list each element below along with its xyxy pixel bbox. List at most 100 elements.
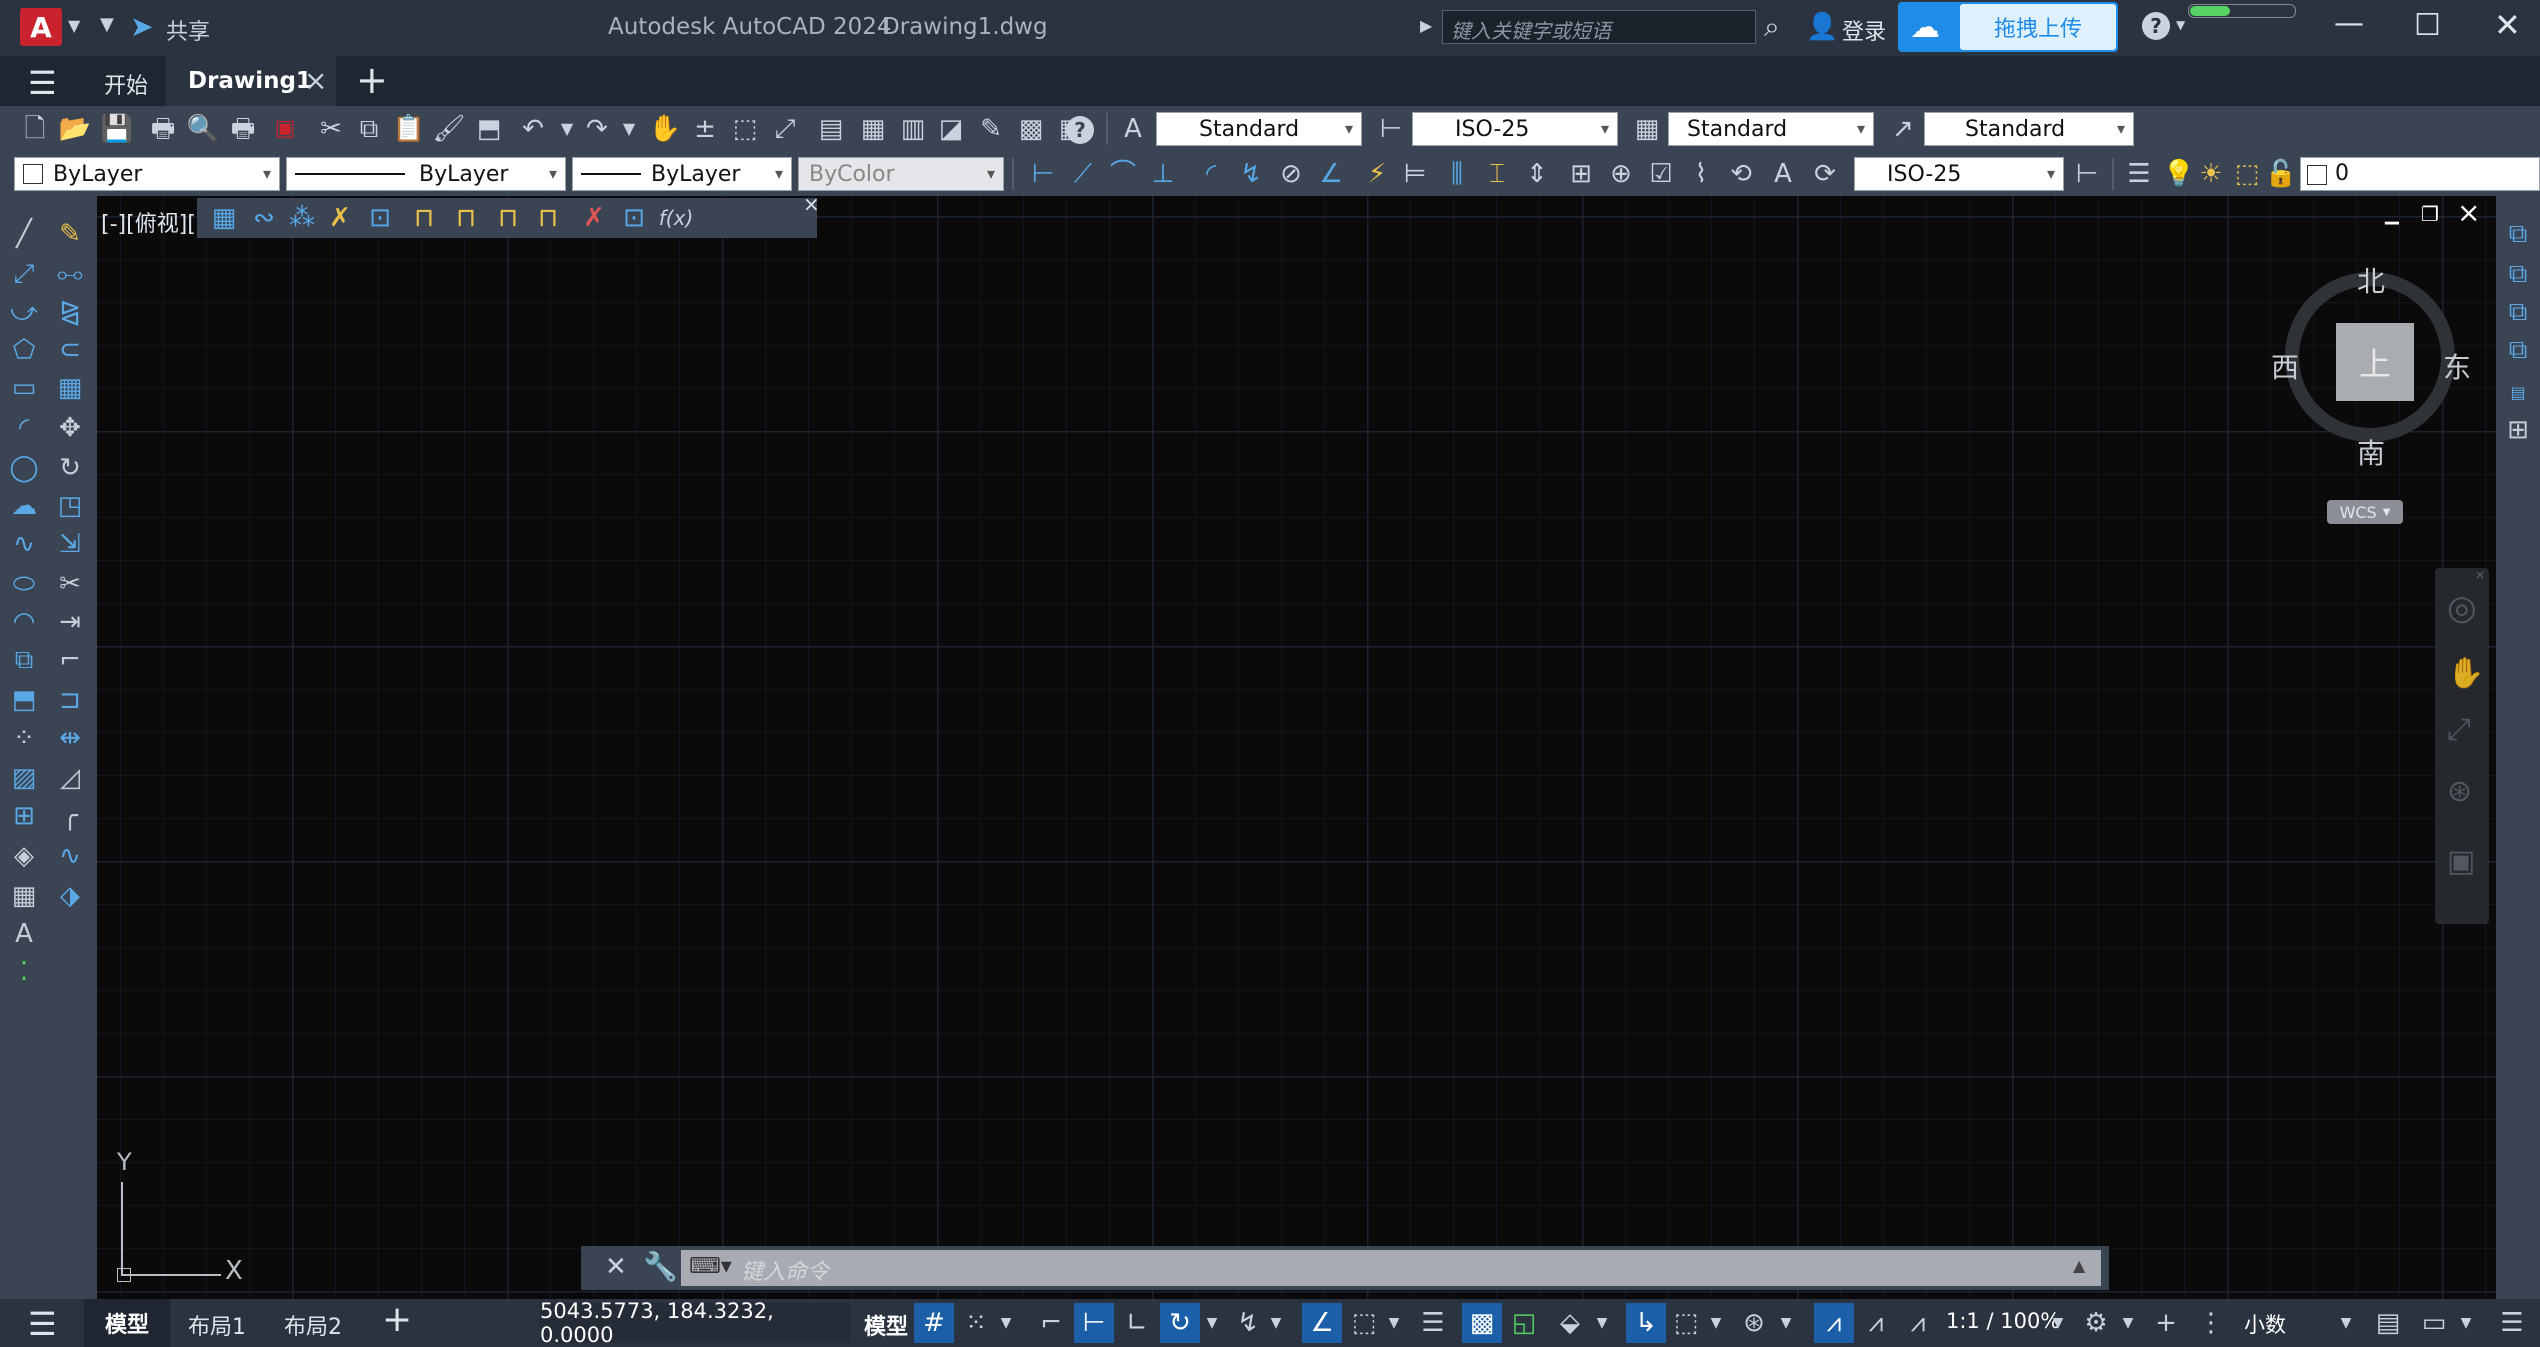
linetype-select[interactable]: ByLayer ▾ bbox=[286, 157, 566, 191]
orbit-icon[interactable]: ⊛ bbox=[2447, 774, 2472, 809]
share-label[interactable]: 共享 bbox=[166, 14, 210, 46]
spline-icon[interactable]: ∿ bbox=[6, 526, 42, 562]
continue-dim-icon[interactable]: ⫼ bbox=[1440, 157, 1474, 191]
center-mark-icon[interactable]: ⊕ bbox=[1604, 157, 1638, 191]
ordinate-icon[interactable]: ⊥ bbox=[1146, 157, 1180, 191]
mleader-style-icon[interactable]: ↗ bbox=[1886, 112, 1920, 146]
compass-east[interactable]: 东 bbox=[2443, 346, 2471, 386]
tab-start[interactable]: 开始 bbox=[104, 68, 148, 100]
auto-constrain-icon[interactable]: ▦ bbox=[207, 201, 241, 235]
stretch-icon[interactable]: ⇲ bbox=[52, 526, 88, 562]
draworder-back-icon[interactable]: ⧉ bbox=[2500, 256, 2536, 292]
dim-edit-icon[interactable]: ⟲ bbox=[1724, 157, 1758, 191]
explode-icon[interactable]: ⬗ bbox=[52, 878, 88, 914]
linear-dim-icon[interactable]: ⊢ bbox=[1026, 157, 1060, 191]
revision-cloud-icon[interactable]: ☁ bbox=[6, 488, 42, 524]
upload-button[interactable]: 拖拽上传 bbox=[1960, 4, 2116, 50]
customization-icon[interactable]: ☰ bbox=[2494, 1303, 2530, 1343]
linear-constraint-icon[interactable]: ⊡ bbox=[363, 201, 397, 235]
dim-style-select[interactable]: ISO-25 ▾ bbox=[1412, 112, 1618, 146]
text-front-icon[interactable]: ▤ bbox=[2500, 374, 2536, 410]
move-icon[interactable]: ✥ bbox=[52, 410, 88, 446]
point-icon[interactable]: ⁘ bbox=[6, 720, 42, 756]
delete-constraints-icon[interactable]: ✗ bbox=[577, 201, 611, 235]
selection-filter-icon[interactable]: ⬚ bbox=[1668, 1303, 1704, 1343]
dim-style-manager-icon[interactable]: ⊢ bbox=[2070, 157, 2104, 191]
break-icon[interactable]: ⊐ bbox=[52, 682, 88, 718]
snap-mode-icon[interactable]: ⁙ bbox=[958, 1303, 994, 1343]
polyline-icon[interactable]: ⤻ bbox=[6, 294, 42, 330]
hatch-back-icon[interactable]: ⊞ bbox=[2500, 412, 2536, 448]
coordinates-display[interactable]: 5043.5773, 184.3232, 0.0000 bbox=[540, 1299, 850, 1347]
selection-cycling-icon[interactable]: ◱ bbox=[1506, 1303, 1542, 1343]
ellipse-icon[interactable]: ⬭ bbox=[6, 566, 42, 602]
units-icon[interactable]: ⋮ bbox=[2196, 1303, 2226, 1343]
extend-icon[interactable]: ⇥ bbox=[52, 604, 88, 640]
scale-icon[interactable]: ◳ bbox=[52, 488, 88, 524]
show-constraints-icon[interactable]: ⁂ bbox=[285, 201, 319, 235]
match-properties-icon[interactable]: 🖌 bbox=[432, 112, 466, 146]
clean-screen-icon[interactable]: ▭ bbox=[2416, 1303, 2452, 1343]
draworder-under-icon[interactable]: ⧉ bbox=[2500, 332, 2536, 368]
snap-dropdown-icon[interactable]: ▼ bbox=[996, 1303, 1016, 1343]
help-button[interactable]: ? bbox=[2142, 12, 2170, 40]
3d-osnap-dropdown-icon[interactable]: ▼ bbox=[1592, 1303, 1612, 1343]
new-file-icon[interactable]: 🗋 bbox=[18, 112, 52, 146]
plot-preview-icon[interactable]: 🔍 bbox=[186, 112, 220, 146]
cloud-upload-widget[interactable]: ☁ 拖拽上传 bbox=[1898, 2, 2118, 52]
angular-constraint-icon[interactable]: ⊓ bbox=[531, 201, 565, 235]
mleader-style-select[interactable]: Standard ▾ bbox=[1924, 112, 2134, 146]
polar-dropdown-icon[interactable]: ▼ bbox=[1202, 1303, 1222, 1343]
multiline-text-icon[interactable]: A bbox=[6, 916, 42, 952]
undo-icon[interactable]: ↶ bbox=[516, 112, 550, 146]
search-expand-icon[interactable]: ▶ bbox=[1420, 16, 1432, 35]
tab-drawing1[interactable]: Drawing1 × bbox=[166, 56, 336, 106]
tolerance-icon[interactable]: ⊞ bbox=[1564, 157, 1598, 191]
insert-block-icon[interactable]: ⧉ bbox=[6, 642, 42, 678]
hatch-icon[interactable]: ▨ bbox=[6, 760, 42, 796]
properties-icon[interactable]: ▤ bbox=[814, 112, 848, 146]
rotate-icon[interactable]: ↻ bbox=[52, 450, 88, 486]
dim-style-select-2[interactable]: ISO-25 ▾ bbox=[1854, 157, 2064, 191]
tab-layout2[interactable]: 布局2 bbox=[284, 1309, 342, 1341]
tab-model[interactable]: 模型 bbox=[84, 1299, 170, 1347]
circle-icon[interactable]: ◯ bbox=[6, 450, 42, 486]
viewport-close-icon[interactable]: × bbox=[2457, 196, 2480, 229]
baseline-dim-icon[interactable]: ⊨ bbox=[1398, 157, 1432, 191]
block-editor-icon[interactable]: ⬒ bbox=[472, 112, 506, 146]
layer-viewport-freeze-icon[interactable]: ⬚ bbox=[2230, 157, 2264, 191]
aligned-constraint-icon[interactable]: ⊓ bbox=[491, 201, 525, 235]
compass-west[interactable]: 西 bbox=[2271, 346, 2299, 386]
blend-curves-icon[interactable]: ∿ bbox=[52, 838, 88, 874]
ortho-mode-icon[interactable]: ∟ bbox=[1118, 1303, 1156, 1343]
command-input[interactable]: ⌨▾ 键入命令 ▲ bbox=[681, 1250, 2101, 1286]
draworder-front-icon[interactable]: ⧉ bbox=[2500, 216, 2536, 252]
3d-osnap-icon[interactable]: ⬙ bbox=[1552, 1303, 1588, 1343]
horizontal-constraint-icon[interactable]: ⊓ bbox=[407, 201, 441, 235]
object-snap-icon[interactable]: ⬚ bbox=[1346, 1303, 1382, 1343]
radius-dim-icon[interactable]: ◜ bbox=[1194, 157, 1228, 191]
minimize-icon[interactable]: — bbox=[2334, 6, 2364, 41]
chamfer-icon[interactable]: ◿ bbox=[52, 760, 88, 796]
wcs-dropdown[interactable]: WCS ▼ bbox=[2327, 500, 2403, 524]
gizmo-dropdown-icon[interactable]: ▼ bbox=[1776, 1303, 1796, 1343]
workspace-gear-icon[interactable]: ⚙ bbox=[2078, 1303, 2114, 1343]
arc-length-icon[interactable]: ⌒ bbox=[1106, 157, 1140, 191]
dynamic-ucs-icon[interactable]: ↳ bbox=[1626, 1303, 1666, 1343]
quick-access-customize-icon[interactable]: ▼ bbox=[100, 14, 114, 35]
help-dropdown-icon[interactable]: ▼ bbox=[2176, 18, 2185, 32]
parametric-toolbar-close[interactable]: × bbox=[803, 192, 820, 216]
units-value[interactable]: 小数 bbox=[2244, 1309, 2286, 1339]
erase-icon[interactable]: ✎ bbox=[52, 216, 88, 252]
annotation-scale-icon[interactable]: ⩘ bbox=[1900, 1303, 1936, 1343]
region-icon[interactable]: ⊞ bbox=[6, 798, 42, 834]
annotation-scale-value[interactable]: 1:1 / 100% bbox=[1946, 1309, 2060, 1333]
selection-filter-dropdown-icon[interactable]: ▼ bbox=[1706, 1303, 1726, 1343]
break-at-point-icon[interactable]: ⌐ bbox=[52, 642, 88, 678]
viewport-controls-label[interactable]: [-][俯视][ bbox=[101, 206, 196, 238]
line-icon[interactable]: ╱ bbox=[6, 216, 42, 252]
cut-icon[interactable]: ✂ bbox=[314, 112, 348, 146]
tab-close-icon[interactable]: × bbox=[304, 64, 327, 97]
copy-object-icon[interactable]: ⧟ bbox=[52, 256, 88, 292]
hide-constraints-icon[interactable]: ✗ bbox=[323, 201, 357, 235]
